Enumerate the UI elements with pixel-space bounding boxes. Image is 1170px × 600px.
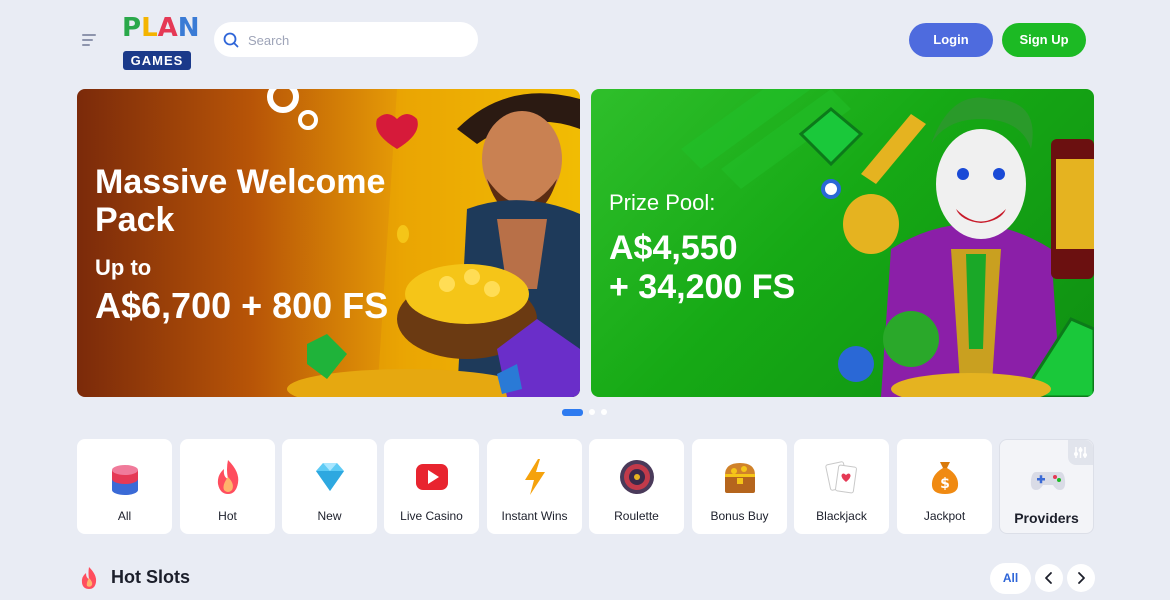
lightning-icon xyxy=(525,459,545,495)
category-label: Bonus Buy xyxy=(710,509,769,523)
category-hot[interactable]: Hot xyxy=(180,439,275,534)
category-label: Blackjack xyxy=(816,509,867,523)
flame-icon xyxy=(81,567,97,589)
cards-icon xyxy=(825,461,857,494)
next-button[interactable] xyxy=(1067,564,1095,592)
category-instant-wins[interactable]: Instant Wins xyxy=(487,439,582,534)
category-all[interactable]: All xyxy=(77,439,172,534)
carousel-dot-1[interactable] xyxy=(562,409,583,416)
prize-pool-label: Prize Pool: xyxy=(609,190,716,215)
chevron-left-icon xyxy=(1045,572,1052,584)
carousel-dot-2[interactable] xyxy=(589,409,595,415)
category-bonus-buy[interactable]: Bonus Buy xyxy=(692,439,787,534)
category-label: Live Casino xyxy=(400,509,463,523)
flame-icon xyxy=(217,460,239,494)
search-icon xyxy=(223,32,239,48)
banner-welcome-pack[interactable]: Massive Welcome Pack Up to A$6,700 + 800… xyxy=(77,89,580,397)
search-input[interactable] xyxy=(248,29,468,51)
category-label: Hot xyxy=(218,509,237,523)
banner-prize-pool[interactable]: Prize Pool: A$4,550 + 34,200 FS xyxy=(591,89,1094,397)
roulette-icon xyxy=(620,460,654,494)
prize-pool-spins: + 34,200 FS xyxy=(609,268,796,306)
category-label: Instant Wins xyxy=(501,509,568,523)
chevron-right-icon xyxy=(1078,572,1085,584)
header: PLAN GAMES Login Sign Up xyxy=(0,0,1170,80)
filter-icon[interactable] xyxy=(1068,440,1093,465)
banner-subtitle: Up to xyxy=(95,255,152,280)
category-live-casino[interactable]: Live Casino xyxy=(384,439,479,534)
money-bag-icon: $ xyxy=(931,462,959,494)
svg-text:$: $ xyxy=(940,476,950,492)
logo[interactable]: PLAN GAMES xyxy=(122,10,200,72)
play-icon xyxy=(416,464,448,490)
banner-title: Massive Welcome Pack xyxy=(95,163,386,239)
banner-amount: A$6,700 + 800 FS xyxy=(95,285,389,326)
logo-games: GAMES xyxy=(123,51,191,70)
carousel-dots xyxy=(562,408,612,416)
login-button[interactable]: Login xyxy=(909,23,993,57)
signup-button[interactable]: Sign Up xyxy=(1002,23,1086,57)
category-label: Providers xyxy=(1014,510,1079,526)
gamepad-icon xyxy=(1030,472,1066,490)
category-providers[interactable]: Providers xyxy=(999,439,1094,534)
pirate-illustration xyxy=(267,89,580,397)
prev-button[interactable] xyxy=(1035,564,1063,592)
category-label: All xyxy=(117,509,132,523)
hot-slots-all-button[interactable]: All xyxy=(990,563,1031,594)
category-blackjack[interactable]: Blackjack xyxy=(794,439,889,534)
diamond-icon xyxy=(316,463,344,491)
category-label: Roulette xyxy=(614,509,659,523)
search-box[interactable] xyxy=(214,22,478,57)
category-label: New xyxy=(317,509,342,523)
category-roulette[interactable]: Roulette xyxy=(589,439,684,534)
carousel-dot-3[interactable] xyxy=(601,409,607,415)
menu-icon[interactable] xyxy=(78,30,100,50)
logo-letters: PLAN xyxy=(122,13,200,43)
section-title-hot-slots: Hot Slots xyxy=(111,567,190,587)
chips-icon xyxy=(112,465,138,495)
category-jackpot[interactable]: $ Jackpot xyxy=(897,439,992,534)
treasure-chest-icon xyxy=(725,463,755,493)
category-new[interactable]: New xyxy=(282,439,377,534)
prize-pool-amount: A$4,550 xyxy=(609,229,738,267)
category-label: Jackpot xyxy=(923,509,966,523)
